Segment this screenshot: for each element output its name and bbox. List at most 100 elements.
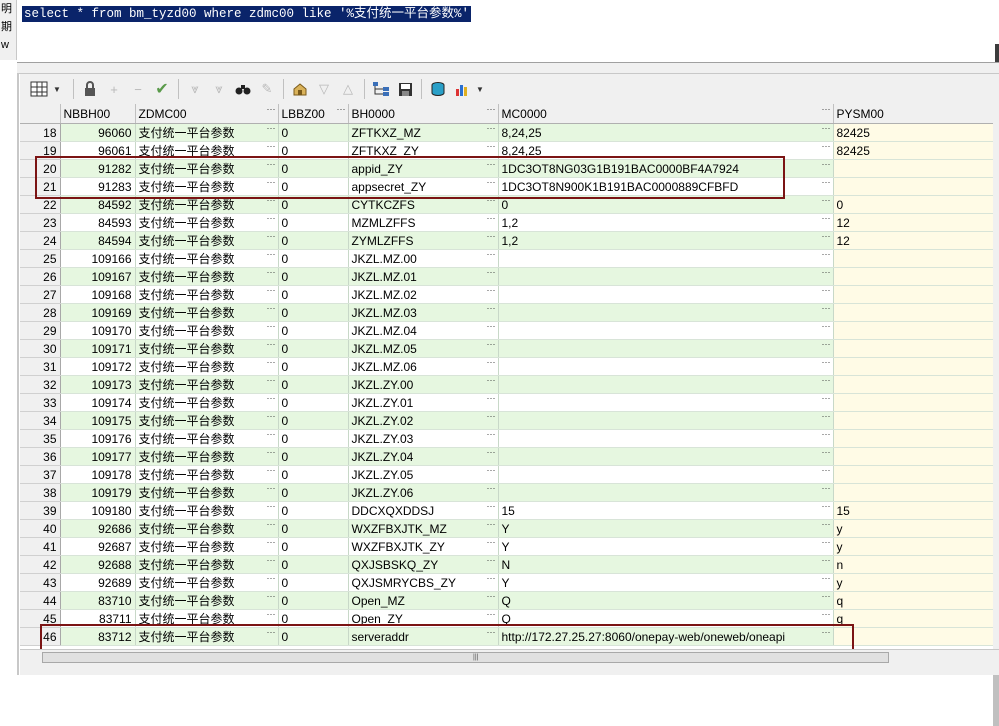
cell-nbbh00[interactable]: 96060 bbox=[60, 123, 136, 142]
cell-mc0000[interactable]: Y ··· bbox=[498, 573, 834, 592]
grid-horizontal-scrollbar[interactable]: ||| bbox=[20, 649, 999, 664]
ellipsis-icon[interactable]: ··· bbox=[487, 574, 496, 584]
cell-lbbz00[interactable]: 0 bbox=[278, 339, 349, 358]
cell-mc0000[interactable]: ··· bbox=[498, 339, 834, 358]
table-row[interactable]: 38 109179 支付统一平台参数 ··· 0 JKZL.ZY.06 ··· ··· bbox=[20, 483, 994, 502]
cell-zdmc00[interactable]: 支付统一平台参数 ··· bbox=[135, 627, 279, 646]
cell-pysm00[interactable]: 15 bbox=[833, 501, 994, 520]
cell-nbbh00[interactable]: 92689 bbox=[60, 573, 136, 592]
cell-pysm00[interactable]: 82425 bbox=[833, 141, 994, 160]
row-number-cell[interactable]: 44 bbox=[20, 591, 61, 610]
cell-mc0000[interactable]: 1DC3OT8N900K1B191BAC0000889CFBFD ··· bbox=[498, 177, 834, 196]
cell-lbbz00[interactable]: 0 bbox=[278, 375, 349, 394]
cell-mc0000[interactable]: 8,24,25 ··· bbox=[498, 141, 834, 160]
find-icon[interactable] bbox=[232, 78, 254, 100]
cell-mc0000[interactable]: 1DC3OT8NG03G1B191BAC0000BF4A7924 ··· bbox=[498, 159, 834, 178]
table-row[interactable]: 34 109175 支付统一平台参数 ··· 0 JKZL.ZY.02 ··· ··· bbox=[20, 411, 994, 430]
add-icon[interactable]: + bbox=[103, 78, 125, 100]
ellipsis-icon[interactable]: ··· bbox=[487, 556, 496, 566]
cell-bh0000[interactable]: ZFTKXZ_ZY ··· bbox=[348, 141, 499, 160]
cell-mc0000[interactable]: ··· bbox=[498, 465, 834, 484]
cell-mc0000[interactable]: ··· bbox=[498, 483, 834, 502]
chevron-down-icon[interactable]: ▼ bbox=[469, 78, 491, 100]
row-number-cell[interactable]: 19 bbox=[20, 141, 61, 160]
ellipsis-icon[interactable]: ··· bbox=[487, 124, 496, 134]
ellipsis-icon[interactable]: ··· bbox=[267, 574, 276, 584]
cell-bh0000[interactable]: JKZL.ZY.06 ··· bbox=[348, 483, 499, 502]
cell-mc0000[interactable]: ··· bbox=[498, 267, 834, 286]
row-number-cell[interactable]: 18 bbox=[20, 123, 61, 142]
cell-mc0000[interactable]: Q ··· bbox=[498, 591, 834, 610]
grid-horizontal-scroll-thumb[interactable]: ||| bbox=[42, 652, 889, 663]
ellipsis-icon[interactable]: ··· bbox=[267, 178, 276, 188]
cell-lbbz00[interactable]: 0 bbox=[278, 555, 349, 574]
ellipsis-icon[interactable]: ··· bbox=[822, 538, 831, 548]
table-row[interactable]: 20 91282 支付统一平台参数 ··· 0 appid_ZY ··· 1DC3OT8NG0… bbox=[20, 159, 994, 178]
cell-zdmc00[interactable]: 支付统一平台参数 ··· bbox=[135, 213, 279, 232]
sql-editor-scrollbar[interactable] bbox=[995, 44, 999, 62]
row-number-cell[interactable]: 46 bbox=[20, 627, 61, 646]
cell-bh0000[interactable]: WXZFBXJTK_MZ ··· bbox=[348, 519, 499, 538]
ellipsis-icon[interactable]: ··· bbox=[267, 502, 276, 512]
cell-lbbz00[interactable]: 0 bbox=[278, 231, 349, 250]
cell-pysm00[interactable]: 12 bbox=[833, 231, 994, 250]
cell-nbbh00[interactable]: 84594 bbox=[60, 231, 136, 250]
row-number-cell[interactable]: 39 bbox=[20, 501, 61, 520]
cell-nbbh00[interactable]: 84592 bbox=[60, 195, 136, 214]
cell-zdmc00[interactable]: 支付统一平台参数 ··· bbox=[135, 537, 279, 556]
cell-zdmc00[interactable]: 支付统一平台参数 ··· bbox=[135, 591, 279, 610]
cell-pysm00[interactable] bbox=[833, 447, 994, 466]
cell-pysm00[interactable]: 0 bbox=[833, 195, 994, 214]
cell-bh0000[interactable]: JKZL.MZ.01 ··· bbox=[348, 267, 499, 286]
cell-bh0000[interactable]: appsecret_ZY ··· bbox=[348, 177, 499, 196]
table-row[interactable]: 4583711支付统一平台参数···0Open_ZY···Q···qc bbox=[20, 609, 994, 628]
cell-bh0000[interactable]: JKZL.ZY.00 ··· bbox=[348, 375, 499, 394]
results-grid[interactable]: NBBH00 ZDMC00 ··· LBBZ00 ··· BH0000 ··· MC0… bbox=[20, 104, 999, 649]
row-number-cell[interactable]: 40 bbox=[20, 519, 61, 538]
cell-mc0000[interactable]: 8,24,25 ··· bbox=[498, 123, 834, 142]
cell-mc0000[interactable]: ··· bbox=[498, 375, 834, 394]
cell-mc0000[interactable]: ··· bbox=[498, 321, 834, 340]
cell-pysm00[interactable] bbox=[833, 393, 994, 412]
cell-mc0000[interactable]: 15 ··· bbox=[498, 501, 834, 520]
table-row[interactable]: 24 84594 支付统一平台参数 ··· 0 ZYMLZFFS ··· 1,2 ··· 12 bbox=[20, 231, 994, 250]
cell-zdmc00[interactable]: 支付统一平台参数 ··· bbox=[135, 123, 279, 142]
cell-nbbh00[interactable]: 109173 bbox=[60, 375, 136, 394]
row-number-cell[interactable]: 27 bbox=[20, 285, 61, 304]
row-number-cell[interactable]: 23 bbox=[20, 213, 61, 232]
cell-nbbh00[interactable]: 83710 bbox=[60, 591, 136, 610]
ellipsis-icon[interactable]: ··· bbox=[822, 160, 831, 170]
row-number-cell[interactable]: 42 bbox=[20, 555, 61, 574]
cell-bh0000[interactable]: CYTKCZFS ··· bbox=[348, 195, 499, 214]
cell-zdmc00[interactable]: 支付统一平台参数 ··· bbox=[135, 321, 279, 340]
column-header-lbbz00[interactable]: LBBZ00 ··· bbox=[278, 104, 349, 124]
ellipsis-icon[interactable]: ··· bbox=[487, 250, 496, 260]
table-row[interactable]: 37 109178 支付统一平台参数 ··· 0 JKZL.ZY.05 ··· ··· bbox=[20, 465, 994, 484]
table-row[interactable]: 42 92688 支付统一平台参数 ··· 0 QXJSBSKQ_ZY ··· N ··· n bbox=[20, 555, 994, 574]
table-row[interactable]: 33 109174 支付统一平台参数 ··· 0 JKZL.ZY.01 ··· ··· bbox=[20, 393, 994, 412]
cell-pysm00[interactable] bbox=[833, 249, 994, 268]
chevron-down-icon[interactable]: ▼ bbox=[46, 78, 68, 100]
cell-bh0000[interactable]: JKZL.MZ.04 ··· bbox=[348, 321, 499, 340]
cell-nbbh00[interactable]: 109169 bbox=[60, 303, 136, 322]
cell-zdmc00[interactable]: 支付统一平台参数 ··· bbox=[135, 411, 279, 430]
cell-zdmc00[interactable]: 支付统一平台参数 ··· bbox=[135, 429, 279, 448]
table-row[interactable]: 26 109167 支付统一平台参数 ··· 0 JKZL.MZ.01 ··· ··· bbox=[20, 267, 994, 286]
ellipsis-icon[interactable]: ··· bbox=[267, 340, 276, 350]
cell-nbbh00[interactable]: 92687 bbox=[60, 537, 136, 556]
cell-bh0000[interactable]: ZYMLZFFS ··· bbox=[348, 231, 499, 250]
cell-bh0000[interactable]: JKZL.ZY.04 ··· bbox=[348, 447, 499, 466]
cell-bh0000[interactable]: QXJSMRYCBS_ZY ··· bbox=[348, 573, 499, 592]
ellipsis-icon[interactable]: ··· bbox=[822, 214, 831, 224]
cell-pysm00[interactable]: n bbox=[833, 555, 994, 574]
ellipsis-icon[interactable]: ··· bbox=[822, 520, 831, 530]
cell-lbbz00[interactable]: 0 bbox=[278, 177, 349, 196]
sql-editor[interactable]: select * from bm_tyzd00 where zdmc00 lik… bbox=[17, 0, 999, 63]
cell-lbbz00[interactable]: 0 bbox=[278, 213, 349, 232]
ellipsis-icon[interactable]: ··· bbox=[822, 340, 831, 350]
row-number-cell[interactable]: 31 bbox=[20, 357, 61, 376]
cell-zdmc00[interactable]: 支付统一平台参数 ··· bbox=[135, 519, 279, 538]
ellipsis-icon[interactable]: ··· bbox=[822, 376, 831, 386]
filter-up-icon[interactable]: ⩔ bbox=[208, 78, 230, 100]
cell-bh0000[interactable]: JKZL.ZY.02 ··· bbox=[348, 411, 499, 430]
